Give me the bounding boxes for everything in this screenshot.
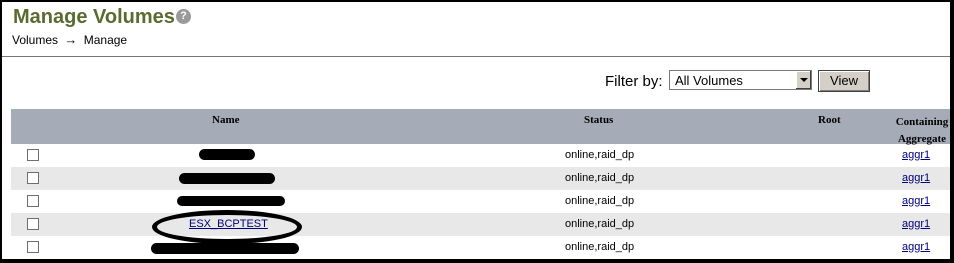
page-title: Manage Volumes bbox=[13, 6, 175, 28]
view-button[interactable]: View bbox=[818, 70, 870, 92]
redacted-name bbox=[179, 173, 275, 184]
row-status: online,raid_dp bbox=[565, 218, 635, 230]
row-status: online,raid_dp bbox=[565, 149, 635, 161]
row-aggregate-link[interactable]: aggr1 bbox=[902, 218, 930, 230]
filter-select[interactable]: All Volumes bbox=[669, 70, 812, 90]
filter-select-value: All Volumes bbox=[675, 73, 743, 88]
table-row: online,raid_dp aggr1 bbox=[11, 167, 950, 190]
chevron-down-icon[interactable] bbox=[795, 71, 811, 89]
column-header-status[interactable]: Status bbox=[584, 114, 613, 126]
filter-label: Filter by: bbox=[605, 73, 663, 90]
table-row: online,raid_dp aggr1 bbox=[11, 190, 950, 213]
redacted-name bbox=[177, 196, 285, 206]
column-header-root[interactable]: Root bbox=[818, 114, 841, 126]
row-status: online,raid_dp bbox=[565, 172, 635, 184]
row-aggregate-link[interactable]: aggr1 bbox=[902, 172, 930, 184]
table-row: online,raid_dp aggr1 bbox=[11, 144, 950, 167]
row-checkbox[interactable] bbox=[27, 195, 39, 207]
breadcrumb: Volumes → Manage bbox=[12, 32, 127, 47]
row-status: online,raid_dp bbox=[565, 195, 635, 207]
table-row: online,raid_dp aggr1 bbox=[11, 236, 950, 259]
column-header-containing-aggregate[interactable]: Containing Aggregate bbox=[887, 114, 950, 148]
help-icon[interactable]: ? bbox=[176, 9, 191, 24]
title-divider bbox=[2, 56, 950, 57]
breadcrumb-arrow-icon: → bbox=[64, 32, 78, 47]
row-status: online,raid_dp bbox=[565, 241, 635, 253]
row-aggregate-link[interactable]: aggr1 bbox=[902, 149, 930, 161]
page-frame: Manage Volumes ? Volumes → Manage Filter… bbox=[2, 2, 950, 259]
row-aggregate-link[interactable]: aggr1 bbox=[902, 195, 930, 207]
row-checkbox[interactable] bbox=[27, 149, 39, 161]
column-header-name[interactable]: Name bbox=[212, 114, 240, 126]
row-checkbox[interactable] bbox=[27, 241, 39, 253]
table-header: Name Status Root Containing Aggregate bbox=[11, 109, 950, 145]
row-aggregate-link[interactable]: aggr1 bbox=[902, 241, 930, 253]
redacted-name bbox=[151, 243, 299, 254]
breadcrumb-current: Manage bbox=[83, 33, 128, 47]
breadcrumb-root[interactable]: Volumes bbox=[12, 33, 58, 47]
highlight-circle-annotation bbox=[152, 210, 302, 244]
row-checkbox[interactable] bbox=[27, 218, 39, 230]
row-checkbox[interactable] bbox=[27, 172, 39, 184]
redacted-name bbox=[199, 149, 255, 160]
